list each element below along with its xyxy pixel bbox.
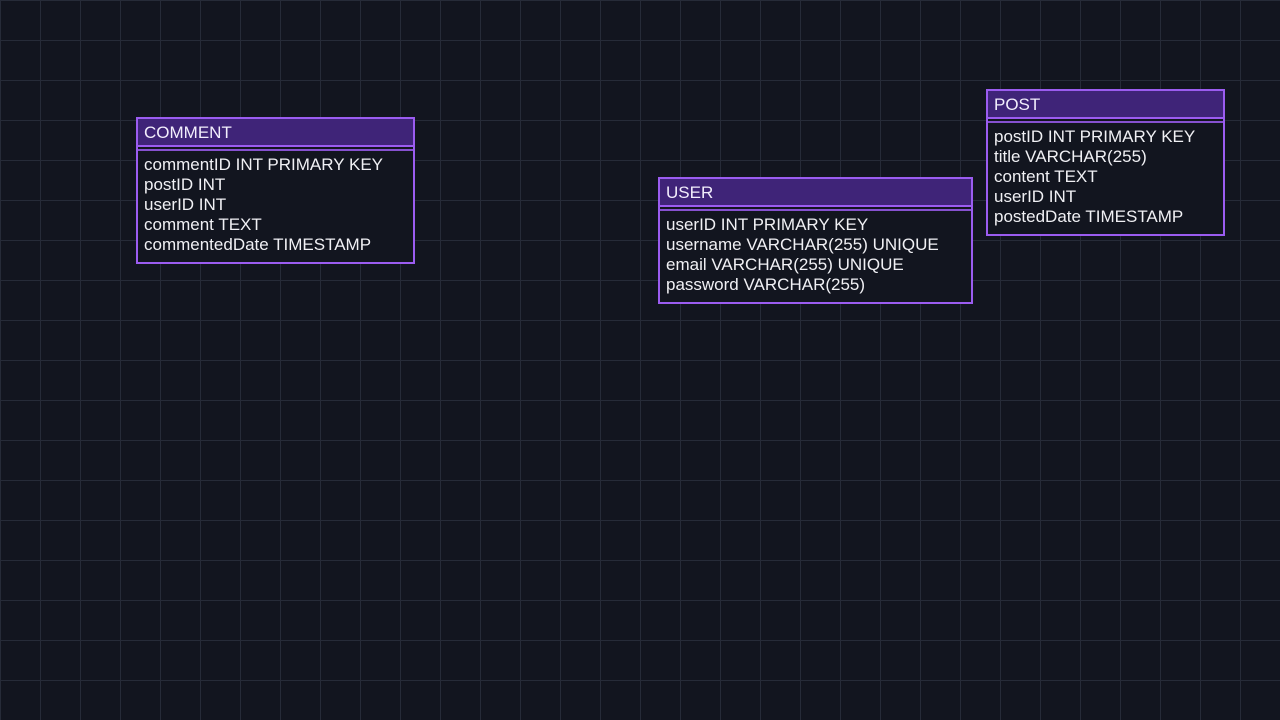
entity-comment[interactable]: COMMENT commentID INT PRIMARY KEY postID…: [136, 117, 415, 264]
entity-field[interactable]: username VARCHAR(255) UNIQUE: [666, 235, 965, 255]
entity-field[interactable]: userID INT PRIMARY KEY: [666, 215, 965, 235]
entity-field[interactable]: commentedDate TIMESTAMP: [144, 235, 407, 255]
entity-field[interactable]: comment TEXT: [144, 215, 407, 235]
entity-field[interactable]: commentID INT PRIMARY KEY: [144, 155, 407, 175]
entity-divider: [988, 121, 1223, 123]
entity-divider: [660, 209, 971, 211]
entity-field[interactable]: postID INT: [144, 175, 407, 195]
entity-fields: postID INT PRIMARY KEY title VARCHAR(255…: [988, 123, 1223, 235]
entity-field[interactable]: userID INT: [994, 187, 1217, 207]
entity-field[interactable]: postID INT PRIMARY KEY: [994, 127, 1217, 147]
entity-title[interactable]: COMMENT: [138, 119, 413, 147]
entity-divider: [138, 149, 413, 151]
entity-field[interactable]: content TEXT: [994, 167, 1217, 187]
entity-post[interactable]: POST postID INT PRIMARY KEY title VARCHA…: [986, 89, 1225, 236]
entity-field[interactable]: title VARCHAR(255): [994, 147, 1217, 167]
entity-field[interactable]: email VARCHAR(255) UNIQUE: [666, 255, 965, 275]
entity-fields: userID INT PRIMARY KEY username VARCHAR(…: [660, 211, 971, 303]
entity-field[interactable]: userID INT: [144, 195, 407, 215]
entity-title[interactable]: POST: [988, 91, 1223, 119]
entity-fields: commentID INT PRIMARY KEY postID INT use…: [138, 151, 413, 263]
entity-title[interactable]: USER: [660, 179, 971, 207]
entity-field[interactable]: password VARCHAR(255): [666, 275, 965, 295]
entity-user[interactable]: USER userID INT PRIMARY KEY username VAR…: [658, 177, 973, 304]
entity-field[interactable]: postedDate TIMESTAMP: [994, 207, 1217, 227]
diagram-canvas[interactable]: COMMENT commentID INT PRIMARY KEY postID…: [0, 0, 1280, 720]
